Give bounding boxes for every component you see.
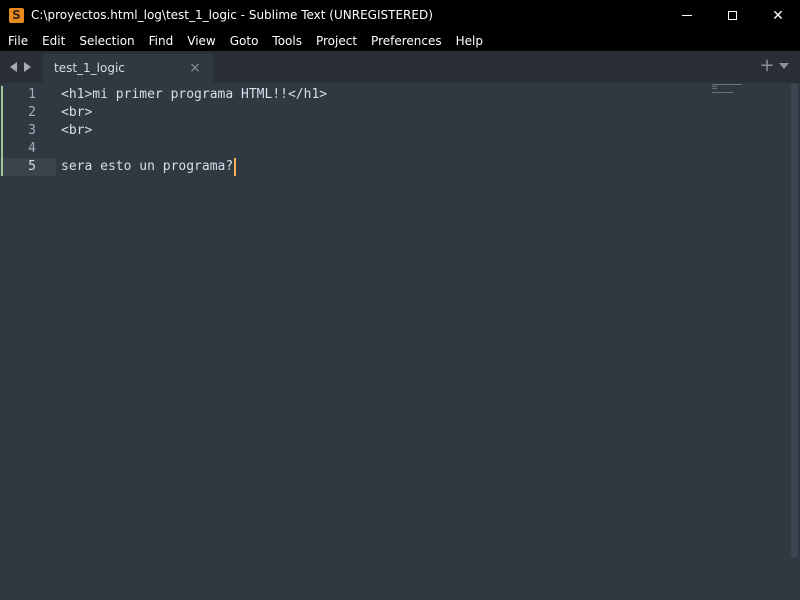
tab-next-icon[interactable] <box>24 62 31 72</box>
menu-project[interactable]: Project <box>309 31 364 51</box>
gutter-row: 3 <box>0 122 56 140</box>
code-line-current: sera esto un programa? <box>61 158 237 176</box>
tab-list-chevron-icon[interactable] <box>779 63 789 69</box>
minimize-button[interactable] <box>664 0 710 31</box>
title-bar: S C:\proyectos.html_log\test_1_logic - S… <box>0 0 800 31</box>
menu-edit[interactable]: Edit <box>35 31 72 51</box>
minimap-line <box>712 86 717 87</box>
tab-previous-icon[interactable] <box>10 62 17 72</box>
gutter-row: 4 <box>0 140 56 158</box>
tab-test-1-logic[interactable]: test_1_logic × <box>43 54 213 83</box>
modified-line-marker <box>1 104 3 122</box>
gutter-row-current: 5 <box>0 158 56 176</box>
text-cursor <box>234 158 237 176</box>
tab-bar: test_1_logic × + <box>0 51 800 83</box>
close-icon: ✕ <box>772 7 784 24</box>
minimap-line <box>712 84 742 85</box>
minimap-line <box>712 88 717 89</box>
gutter-row: 1 <box>0 86 56 104</box>
modified-line-marker <box>1 86 3 104</box>
line-number: 1 <box>28 87 36 102</box>
gutter-row: 2 <box>0 104 56 122</box>
minimize-icon <box>682 15 692 16</box>
maximize-icon <box>727 11 737 20</box>
code-line: <br> <box>61 123 93 138</box>
sublime-text-window: S C:\proyectos.html_log\test_1_logic - S… <box>0 0 800 600</box>
code-line: <h1>mi primer programa HTML!!</h1> <box>61 87 328 102</box>
line-number: 4 <box>28 141 36 156</box>
menu-preferences[interactable]: Preferences <box>364 31 449 51</box>
menu-view[interactable]: View <box>180 31 222 51</box>
maximize-button[interactable] <box>709 0 755 31</box>
close-button[interactable]: ✕ <box>755 0 800 31</box>
menu-file[interactable]: File <box>1 31 35 51</box>
menu-goto[interactable]: Goto <box>223 31 266 51</box>
sublime-logo-icon: S <box>9 8 24 23</box>
menu-tools[interactable]: Tools <box>265 31 309 51</box>
code-line-text: sera esto un programa? <box>61 159 234 174</box>
vertical-scrollbar[interactable] <box>791 83 798 558</box>
modified-line-marker <box>1 158 3 176</box>
code-line: <br> <box>61 105 93 120</box>
modified-line-marker <box>1 140 3 158</box>
modified-line-marker <box>1 122 3 140</box>
tab-label: test_1_logic <box>54 61 125 75</box>
minimap[interactable] <box>710 83 744 103</box>
line-number-gutter: 1 2 3 4 5 <box>0 83 56 600</box>
code-editor[interactable]: 1 2 3 4 5 <h1>mi primer programa HTML!!<… <box>0 83 800 600</box>
menu-bar: File Edit Selection Find View Goto Tools… <box>0 31 800 51</box>
menu-find[interactable]: Find <box>142 31 181 51</box>
menu-selection[interactable]: Selection <box>72 31 141 51</box>
tab-navigation <box>0 51 42 83</box>
window-title: C:\proyectos.html_log\test_1_logic - Sub… <box>31 8 433 22</box>
line-number: 5 <box>28 159 36 174</box>
minimap-line <box>712 92 733 93</box>
tab-close-icon[interactable]: × <box>189 61 201 75</box>
line-number: 2 <box>28 105 36 120</box>
menu-help[interactable]: Help <box>449 31 490 51</box>
line-number: 3 <box>28 123 36 138</box>
new-tab-icon[interactable]: + <box>759 57 775 75</box>
